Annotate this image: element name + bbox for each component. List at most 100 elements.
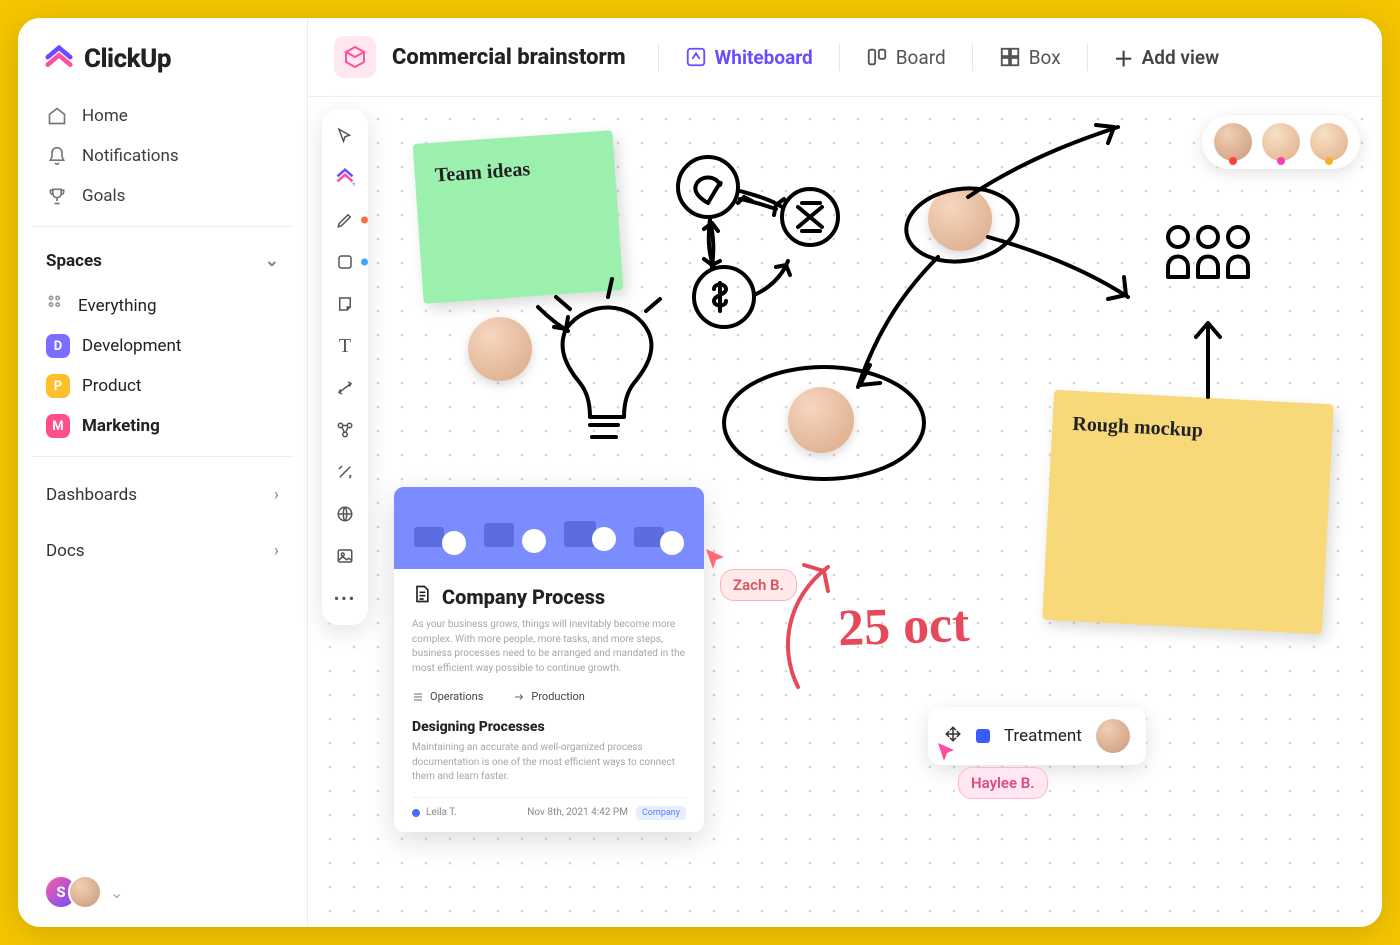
doc-link-production[interactable]: Production: [513, 690, 584, 703]
doc-subtitle: Designing Processes: [412, 719, 686, 735]
tab-board[interactable]: Board: [858, 40, 954, 75]
doc-sub-description: Maintaining an accurate and well-organiz…: [412, 741, 686, 785]
cursor-tag-zach: Zach B.: [720, 569, 797, 601]
tool-pen[interactable]: [328, 203, 362, 237]
doc-link-operations[interactable]: Operations: [412, 690, 483, 703]
presence-bar[interactable]: [1202, 115, 1360, 169]
tool-palette: + T •••: [322, 109, 368, 625]
sidebar-item-goals[interactable]: Goals: [32, 176, 293, 216]
tab-whiteboard[interactable]: Whiteboard: [677, 40, 821, 75]
cursor-tag-label: Haylee B.: [971, 774, 1035, 792]
cursor-pointer-icon: [936, 741, 958, 763]
doc-author: Leila T.: [412, 807, 457, 818]
tool-image[interactable]: [328, 539, 362, 573]
sidebar-item-marketing[interactable]: M Marketing: [32, 406, 293, 446]
doc-chip: Company: [636, 806, 686, 820]
tool-web[interactable]: [328, 497, 362, 531]
cursor-tag-label: Zach B.: [733, 576, 784, 594]
space-badge: D: [46, 334, 70, 358]
view-box-icon: [334, 36, 376, 78]
tool-sticky[interactable]: [328, 287, 362, 321]
whiteboard-icon: [685, 46, 707, 68]
space-badge: P: [46, 374, 70, 398]
sidebar-item-notifications[interactable]: Notifications: [32, 136, 293, 176]
clickup-logo-icon: [44, 44, 74, 74]
sidebar-item-development[interactable]: D Development: [32, 326, 293, 366]
separator: [839, 43, 840, 71]
sidebar-item-label: Goals: [82, 186, 125, 206]
sticky-note-team-ideas[interactable]: Team ideas: [413, 130, 624, 304]
divider: [32, 456, 293, 457]
doc-card[interactable]: Company Process As your business grows, …: [394, 487, 704, 832]
tab-box[interactable]: Box: [991, 40, 1069, 75]
tool-connector[interactable]: [328, 371, 362, 405]
sidebar-item-docs[interactable]: Docs ›: [32, 523, 293, 579]
divider: [32, 226, 293, 227]
task-chip-treatment[interactable]: Treatment: [928, 707, 1146, 765]
sidebar-item-everything[interactable]: Everything: [32, 285, 293, 326]
separator: [972, 43, 973, 71]
chevron-right-icon: ›: [274, 485, 279, 505]
presence-avatar: [1310, 123, 1348, 161]
topbar: Commercial brainstorm Whiteboard Board B…: [308, 18, 1382, 97]
sidebar: ClickUp Home Notifications Goals Spaces …: [18, 18, 308, 927]
color-dot: [361, 217, 368, 224]
canvas-avatar[interactable]: [788, 387, 854, 453]
sticky-note-text: Rough mockup: [1072, 413, 1204, 442]
sidebar-item-label: Marketing: [82, 416, 160, 436]
spaces-header-label: Spaces: [46, 251, 102, 271]
sidebar-item-home[interactable]: Home: [32, 96, 293, 136]
sidebar-item-product[interactable]: P Product: [32, 366, 293, 406]
doc-links: Operations Production: [412, 690, 686, 703]
everything-icon: [46, 293, 66, 318]
tool-more[interactable]: •••: [328, 581, 362, 615]
spaces-header[interactable]: Spaces ⌄: [32, 237, 293, 285]
chevron-right-icon: ›: [274, 541, 279, 561]
presence-avatar: [68, 875, 102, 909]
presence-avatar: [1262, 123, 1300, 161]
tool-text[interactable]: T: [328, 329, 362, 363]
cursor-pointer-icon: [704, 547, 728, 571]
sidebar-item-dashboards[interactable]: Dashboards ›: [32, 467, 293, 523]
tool-clickup-add[interactable]: +: [328, 161, 362, 195]
tool-magic[interactable]: [328, 455, 362, 489]
status-square: [976, 729, 990, 743]
whiteboard-canvas[interactable]: + T ••• Team ideas: [308, 97, 1382, 927]
home-icon: [46, 106, 68, 126]
doc-footer: Leila T. Nov 8th, 2021 4:42 PM Company: [412, 797, 686, 820]
presence-avatar: [1214, 123, 1252, 161]
svg-text:+: +: [352, 179, 355, 188]
plus-icon: ＋: [1114, 43, 1134, 72]
canvas-avatar[interactable]: [468, 317, 532, 381]
sticky-note-text: Team ideas: [434, 158, 531, 187]
tool-pointer[interactable]: [328, 119, 362, 153]
tab-label: Board: [896, 46, 946, 69]
sidebar-presence[interactable]: S ⌄: [32, 875, 293, 909]
sidebar-item-label: Notifications: [82, 146, 179, 166]
app-frame: ClickUp Home Notifications Goals Spaces …: [18, 18, 1382, 927]
task-avatar: [1096, 719, 1130, 753]
view-title: Commercial brainstorm: [392, 45, 626, 70]
sticky-note-rough-mockup[interactable]: Rough mockup: [1042, 390, 1334, 634]
sidebar-item-label: Development: [82, 336, 181, 356]
box-icon: [999, 46, 1021, 68]
tab-label: Box: [1029, 46, 1061, 69]
doc-hero-image: [394, 487, 704, 569]
logo[interactable]: ClickUp: [32, 44, 293, 96]
doc-title: Company Process: [442, 585, 605, 609]
bell-icon: [46, 146, 68, 166]
canvas-avatar[interactable]: [928, 187, 992, 251]
sidebar-item-label: Product: [82, 376, 141, 396]
space-badge: M: [46, 414, 70, 438]
logo-text: ClickUp: [84, 44, 171, 74]
doc-date: Nov 8th, 2021 4:42 PM: [527, 807, 628, 818]
add-view-button[interactable]: ＋ Add view: [1106, 37, 1228, 78]
handwritten-date: 25 oct: [837, 595, 970, 659]
sidebar-item-label: Everything: [78, 296, 157, 316]
board-icon: [866, 46, 888, 68]
tool-diagram[interactable]: [328, 413, 362, 447]
sidebar-item-label: Home: [82, 106, 128, 126]
tool-shape[interactable]: [328, 245, 362, 279]
separator: [1087, 43, 1088, 71]
task-chip-label: Treatment: [1004, 726, 1082, 746]
